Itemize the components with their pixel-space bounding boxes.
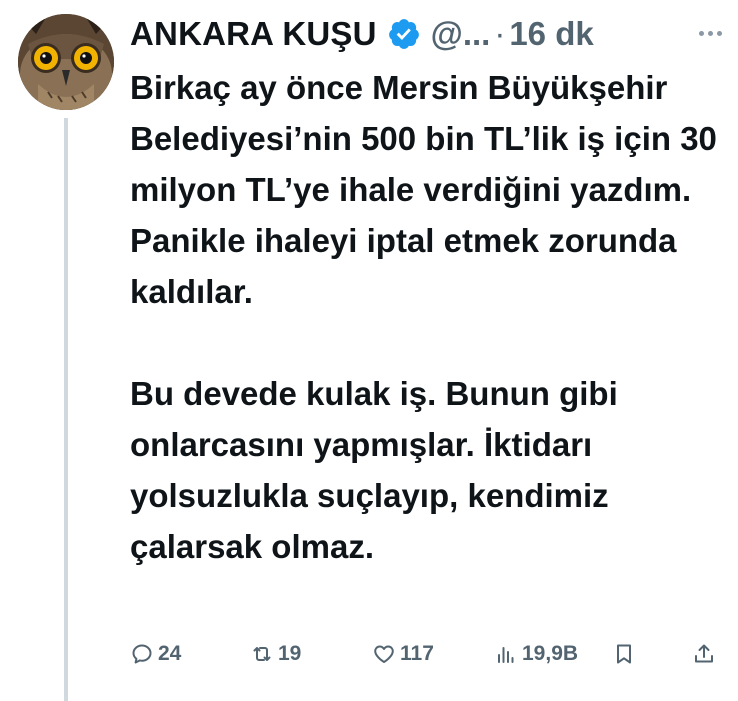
bookmark-button[interactable] <box>612 634 636 674</box>
more-options-icon <box>698 30 704 36</box>
views-count: 19,9B <box>522 642 579 665</box>
retweet-icon <box>253 647 271 661</box>
heart-icon <box>374 645 394 663</box>
like-count: 117 <box>400 642 434 665</box>
author-name[interactable]: ANKARA KUŞU <box>130 15 377 53</box>
views-button[interactable]: 19,9B <box>494 634 578 674</box>
reply-button[interactable]: 24 <box>130 634 181 674</box>
owl-avatar-image <box>18 14 114 110</box>
thread-line <box>64 118 68 701</box>
more-options-button[interactable] <box>690 18 730 48</box>
separator-dot: · <box>494 15 506 52</box>
reply-icon <box>132 644 152 664</box>
reply-count: 24 <box>158 642 182 665</box>
retweet-count: 19 <box>278 642 302 665</box>
views-chart-icon <box>498 647 514 663</box>
tweet-paragraph: Bu devede kulak iş. Bunun gibi onlarcası… <box>130 375 618 565</box>
tweet-paragraph: Birkaç ay önce Mersin Büyükşehir Belediy… <box>130 69 717 310</box>
share-icon <box>695 644 713 663</box>
verified-badge-icon <box>388 19 419 49</box>
avatar[interactable] <box>18 14 114 110</box>
tweet-header: ANKARA KUŞU @... · 16 dk <box>130 8 594 60</box>
author-handle[interactable]: @... <box>431 15 491 53</box>
tweet-text: Birkaç ay önce Mersin Büyükşehir Belediy… <box>130 62 730 572</box>
retweet-button[interactable]: 19 <box>250 634 301 674</box>
share-button[interactable] <box>692 634 716 674</box>
tweet-time[interactable]: 16 dk <box>509 15 593 53</box>
like-button[interactable]: 117 <box>372 634 434 674</box>
tweet-actions: 24 19 117 19,9B <box>130 634 720 674</box>
bookmark-icon <box>617 644 631 664</box>
